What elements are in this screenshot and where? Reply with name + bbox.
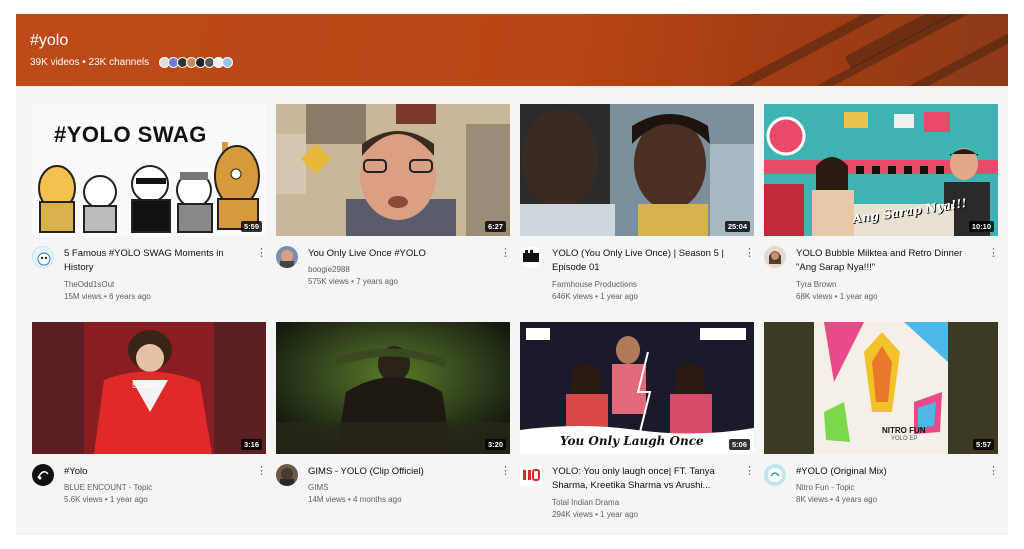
music-video-art: [276, 322, 510, 454]
avatar: [222, 57, 234, 68]
vertical-dots-icon[interactable]: ⋮: [744, 246, 755, 260]
vlogger-thumbnail-art: [276, 104, 510, 236]
video-thumbnail[interactable]: NITRO FUN YOLO EP 5:57: [764, 322, 998, 454]
video-meta: GIMS - YOLO (Clip Officiel) ⋮ GIMS 14M v…: [276, 464, 511, 524]
channel-avatar[interactable]: [520, 246, 542, 268]
video-thumbnail[interactable]: 25:04: [520, 104, 754, 236]
channel-name[interactable]: TheOdd1sOut: [64, 279, 114, 290]
channel-avatar[interactable]: [276, 246, 298, 268]
channel-name[interactable]: Farmhouse Productions: [552, 279, 637, 290]
vertical-dots-icon[interactable]: ⋮: [500, 246, 511, 260]
channel-avatar[interactable]: [764, 464, 786, 486]
drama-scene-art: [520, 104, 754, 236]
video-thumbnail[interactable]: Ang Sarap Nya!!! 10:10: [764, 104, 998, 236]
channel-avatar[interactable]: [32, 464, 54, 486]
video-meta: #Yolo ⋮ BLUE ENCOUNT - Topic 5.6K views …: [32, 464, 267, 524]
video-meta: #YOLO (Original Mix) ⋮ Nitro Fun - Topic…: [764, 464, 999, 524]
video-stats: 646K views • 1 year ago: [552, 292, 638, 301]
video-thumbnail[interactable]: 3:20: [276, 322, 510, 454]
duration-badge: 6:27: [484, 221, 506, 232]
channel-name[interactable]: Nitro Fun - Topic: [796, 482, 855, 493]
vertical-dots-icon[interactable]: ⋮: [500, 464, 511, 478]
channel-avatar[interactable]: [276, 464, 298, 486]
cartoon-characters-art: [38, 142, 260, 233]
video-thumbnail[interactable]: #YOLO SWAG 5:59: [32, 104, 266, 236]
video-title[interactable]: #Yolo: [64, 465, 248, 479]
hashtag-page: #yolo 39K videos • 23K channels #YOLO SW…: [16, 14, 1008, 535]
video-title[interactable]: YOLO: You only laugh once| FT. Tanya Sha…: [552, 465, 736, 493]
channel-name[interactable]: GIMS: [308, 482, 328, 493]
video-title[interactable]: YOLO Bubble Milktea and Retro Dinner "An…: [796, 247, 980, 275]
channel-name[interactable]: BLUE ENCOUNT - Topic: [64, 482, 152, 493]
vertical-dots-icon[interactable]: ⋮: [256, 464, 267, 478]
video-thumbnail[interactable]: You Only Laugh Once 5:06: [520, 322, 754, 454]
vertical-dots-icon[interactable]: ⋮: [744, 464, 755, 478]
thumbnail-subtitle: YOLO EP: [891, 436, 918, 442]
video-title[interactable]: GIMS - YOLO (Clip Officiel): [308, 465, 492, 479]
channel-avatar[interactable]: [32, 246, 54, 268]
video-stats: 68K views • 1 year ago: [796, 292, 878, 301]
vertical-dots-icon[interactable]: ⋮: [988, 464, 999, 478]
video-stats: 8K views • 4 years ago: [796, 495, 878, 504]
video-title[interactable]: YOLO (You Only Live Once) | Season 5 | E…: [552, 247, 736, 275]
video-title[interactable]: You Only Live Once #YOLO: [308, 247, 492, 261]
video-stats: 294K views • 1 year ago: [552, 510, 638, 519]
duration-badge: 5:06: [728, 439, 750, 450]
video-title[interactable]: 5 Famous #YOLO SWAG Moments in History: [64, 247, 248, 275]
channel-avatars[interactable]: [153, 57, 234, 68]
video-meta: You Only Live Once #YOLO ⋮ boogie2988 57…: [276, 246, 511, 306]
vertical-dots-icon[interactable]: ⋮: [256, 246, 267, 260]
vertical-dots-icon[interactable]: ⋮: [988, 246, 999, 260]
ep-cover-art: [764, 322, 998, 454]
duration-badge: 25:04: [724, 221, 750, 232]
hashtag-header: #yolo 39K videos • 23K channels: [16, 14, 1008, 86]
duration-badge: 10:10: [968, 221, 994, 232]
video-meta: YOLO: You only laugh once| FT. Tanya Sha…: [520, 464, 755, 524]
duration-badge: 5:57: [972, 439, 994, 450]
video-meta: YOLO (You Only Live Once) | Season 5 | E…: [520, 246, 755, 306]
channel-name[interactable]: Total Indian Drama: [552, 497, 619, 508]
video-thumbnail[interactable]: SICMIS 3:16: [32, 322, 266, 454]
video-stats: 15M views • 6 years ago: [64, 292, 151, 301]
channel-name[interactable]: Tyra Brown: [796, 279, 836, 290]
hashtag-stats-text: 39K videos • 23K channels: [30, 57, 150, 68]
video-stats: 575K views • 7 years ago: [308, 277, 398, 286]
video-meta: 5 Famous #YOLO SWAG Moments in History ⋮…: [32, 246, 267, 306]
svg-text:SICMIS: SICMIS: [132, 381, 160, 390]
duration-badge: 3:16: [240, 439, 262, 450]
thumbnail-artist: NITRO FUN: [882, 426, 926, 435]
duration-badge: 3:20: [484, 439, 506, 450]
channel-avatar[interactable]: [520, 464, 542, 486]
video-title[interactable]: #YOLO (Original Mix): [796, 465, 980, 479]
video-meta: YOLO Bubble Milktea and Retro Dinner "An…: [764, 246, 999, 306]
channel-avatar[interactable]: [764, 246, 786, 268]
thumbnail-caption: You Only Laugh Once: [560, 434, 704, 448]
channel-name[interactable]: boogie2988: [308, 264, 350, 275]
video-stats: 5.6K views • 1 year ago: [64, 495, 148, 504]
video-thumbnail[interactable]: 6:27: [276, 104, 510, 236]
album-cover-art: SICMIS: [32, 322, 266, 454]
hashtag-title: #yolo: [30, 32, 69, 49]
video-stats: 14M views • 4 months ago: [308, 495, 402, 504]
duration-badge: 5:59: [240, 221, 262, 232]
hashtag-stats: 39K videos • 23K channels: [30, 57, 234, 68]
